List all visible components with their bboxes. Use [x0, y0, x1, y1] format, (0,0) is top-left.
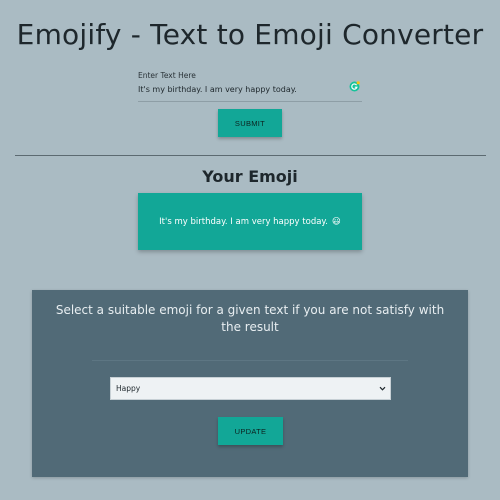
text-input-group: Enter Text Here: [138, 70, 362, 102]
correction-panel: Select a suitable emoji for a given text…: [32, 290, 468, 477]
result-heading: Your Emoji: [202, 167, 298, 186]
update-button[interactable]: UPDATE: [218, 417, 283, 445]
emoji-result-card: It's my birthday. I am very happy today.…: [138, 193, 362, 250]
result-emoji: 😃: [331, 216, 341, 227]
emoji-select[interactable]: Happy: [110, 377, 391, 400]
section-divider: [15, 155, 486, 156]
text-input[interactable]: [138, 82, 343, 96]
emoji-select-value: Happy: [116, 384, 141, 393]
submit-button[interactable]: SUBMIT: [218, 109, 282, 137]
grammar-check-icon[interactable]: [349, 77, 360, 92]
result-text: It's my birthday. I am very happy today.: [159, 216, 328, 227]
correction-prompt: Select a suitable emoji for a given text…: [55, 303, 445, 334]
panel-divider: [92, 360, 408, 361]
chevron-down-icon: [379, 385, 386, 392]
page-title: Emojify - Text to Emoji Converter: [16, 18, 484, 51]
input-label: Enter Text Here: [138, 71, 196, 80]
